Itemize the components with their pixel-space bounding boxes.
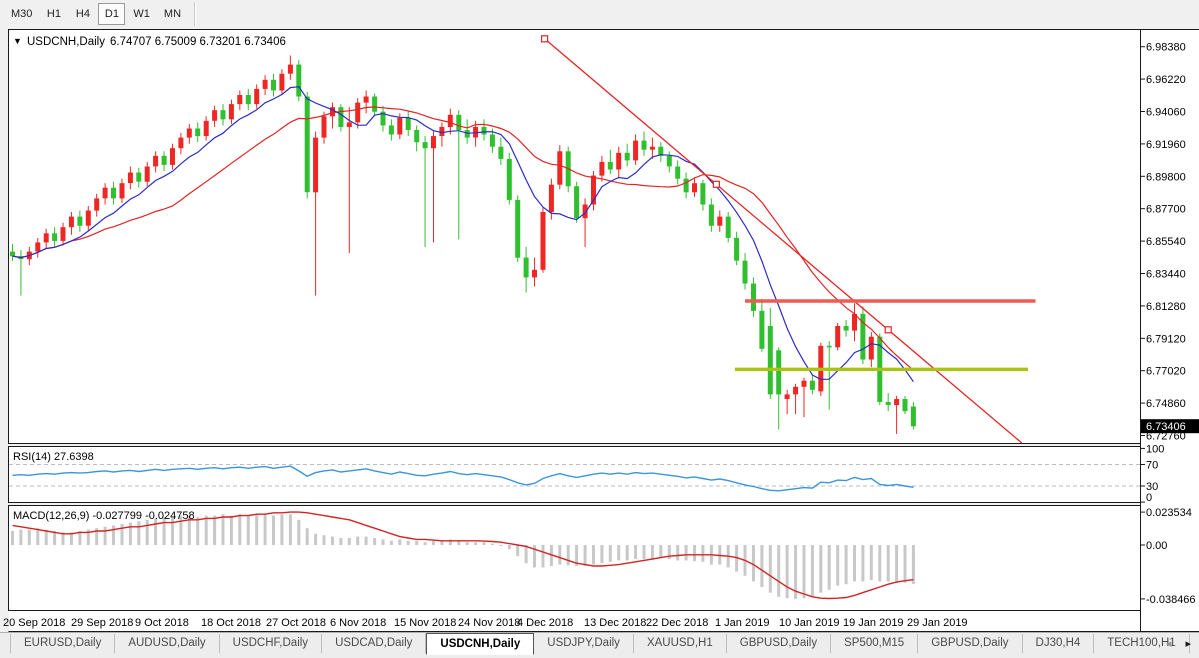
- time-axis-label: 22 Dec 2018: [646, 617, 708, 629]
- price-axis-label: 6.91960: [1146, 139, 1186, 151]
- time-axis-label: 27 Oct 2018: [266, 617, 326, 629]
- trendline-handle-1[interactable]: [713, 181, 719, 187]
- price-axis-label: 6.87700: [1146, 204, 1186, 216]
- timeframe-button-m30[interactable]: M30: [5, 3, 38, 25]
- trendline-handle-2[interactable]: [885, 327, 891, 333]
- rsi-axis-label: 70: [1146, 460, 1158, 472]
- chart-tabs-bar: EURUSD,DailyAUDUSD,DailyUSDCHF,DailyUSDC…: [0, 632, 1199, 658]
- time-axis-label: 18 Oct 2018: [201, 617, 261, 629]
- price-axis-label: 6.77020: [1146, 366, 1186, 378]
- trendline-handle-0[interactable]: [542, 36, 548, 42]
- chart-tab-audusd-1[interactable]: AUDUSD,Daily: [115, 634, 219, 653]
- price-axis-label: 6.94060: [1146, 107, 1186, 119]
- chart-tab-xauusd-6[interactable]: XAUUSD,H1: [634, 634, 727, 653]
- tab-scroll-arrows: ◂▸: [1166, 637, 1191, 651]
- time-axis-label: 19 Jan 2019: [843, 617, 904, 629]
- price-axis-label: 6.96220: [1146, 74, 1186, 86]
- chart-tab-usdcad-3[interactable]: USDCAD,Daily: [322, 634, 426, 653]
- chart-window-bg: [9, 30, 1199, 632]
- time-axis-label: 15 Nov 2018: [394, 617, 456, 629]
- current-price-label: 6.73406: [1146, 421, 1186, 433]
- timeframe-button-w1[interactable]: W1: [127, 3, 156, 25]
- rsi-axis-label: 100: [1146, 443, 1164, 455]
- timeframe-button-mn[interactable]: MN: [158, 3, 187, 25]
- time-axis-label: 20 Sep 2018: [3, 617, 65, 629]
- chart-area[interactable]: ▼ USDCNH,Daily 6.74707 6.75009 6.73201 6.7…: [0, 28, 1199, 632]
- price-axis-label: 6.79120: [1146, 333, 1186, 345]
- tab-scroll-right-icon[interactable]: ▸: [1185, 637, 1191, 651]
- timeframe-toolbar: M30H1H4D1W1MN: [0, 0, 1199, 28]
- symbol-dropdown-icon[interactable]: ▼: [13, 36, 22, 46]
- time-axis-label: 10 Jan 2019: [779, 617, 840, 629]
- chart-tab-gbpusd-9[interactable]: GBPUSD,Daily: [918, 634, 1022, 653]
- timeframe-button-d1[interactable]: D1: [98, 3, 125, 25]
- chart-tab-gbpusd-7[interactable]: GBPUSD,Daily: [727, 634, 831, 653]
- time-axis-label: 29 Jan 2019: [907, 617, 968, 629]
- time-axis-label: 1 Jan 2019: [715, 617, 769, 629]
- rsi-axis-label: 0: [1146, 492, 1152, 504]
- chart-tab-usdjpy-5[interactable]: USDJPY,Daily: [534, 634, 634, 653]
- chart-title-ohlc: 6.74707 6.75009 6.73201 6.73406: [110, 36, 286, 48]
- macd-label: MACD(12,26,9) -0.027799 -0.024758: [13, 510, 195, 522]
- time-axis-label: 4 Dec 2018: [517, 617, 573, 629]
- price-axis-label: 6.81280: [1146, 301, 1186, 313]
- time-axis-label: 24 Nov 2018: [458, 617, 520, 629]
- chart-tab-sp500-8[interactable]: SP500,M15: [831, 634, 918, 653]
- chart-tab-eurusd-0[interactable]: EURUSD,Daily: [10, 634, 115, 653]
- price-axis-label: 6.83440: [1146, 269, 1186, 281]
- price-axis-label: 6.89800: [1146, 171, 1186, 183]
- price-axis-label: 6.74860: [1146, 398, 1186, 410]
- chart-tab-dj30-10[interactable]: DJ30,H4: [1023, 634, 1095, 653]
- time-axis-label: 9 Oct 2018: [135, 617, 189, 629]
- time-axis-label: 13 Dec 2018: [584, 617, 646, 629]
- timeframe-button-h1[interactable]: H1: [40, 3, 67, 25]
- trading-terminal-window: M30H1H4D1W1MN ▼ USDCNH,Daily 6.74707 6.750…: [0, 0, 1199, 658]
- chart-tab-usdcnh-4[interactable]: USDCNH,Daily: [426, 633, 534, 655]
- time-axis-label: 6 Nov 2018: [330, 617, 386, 629]
- chart-tab-usdchf-2[interactable]: USDCHF,Daily: [220, 634, 322, 653]
- macd-axis-label: -0.038466: [1146, 594, 1196, 606]
- rsi-label: RSI(14) 27.6398: [13, 451, 94, 463]
- macd-axis-label: 0.00: [1146, 540, 1167, 552]
- price-axis-label: 6.98380: [1146, 42, 1186, 54]
- price-axis-label: 6.85540: [1146, 236, 1186, 248]
- toolbar-separator: [194, 2, 195, 26]
- tab-scroll-left-icon[interactable]: ◂: [1166, 637, 1172, 651]
- timeframe-button-h4[interactable]: H4: [69, 3, 96, 25]
- time-axis-label: 29 Sep 2018: [71, 617, 133, 629]
- time-axis[interactable]: 20 Sep 2018 29 Sep 20189 Oct 2018 18 Oct 2…: [3, 617, 968, 629]
- macd-axis-label: 0.023534: [1146, 507, 1192, 519]
- chart-title-symbol: USDCNH,Daily: [27, 36, 105, 48]
- left-margin: [0, 28, 9, 632]
